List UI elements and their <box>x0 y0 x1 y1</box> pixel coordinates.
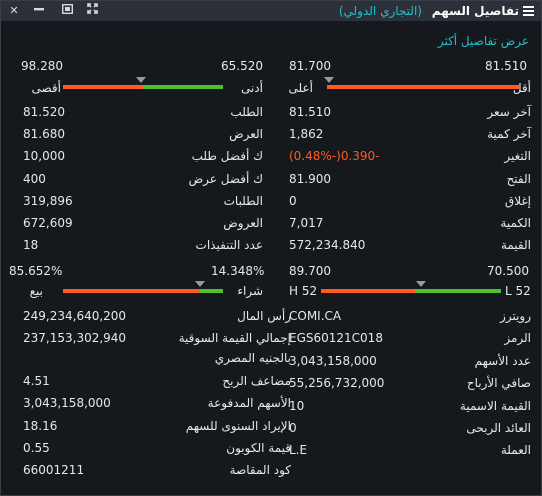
quote-row-value: 672,609 <box>23 216 73 230</box>
week52-bar <box>321 289 501 293</box>
low-52-label: L 52 <box>505 284 531 298</box>
quote-row-value: 10,000 <box>23 149 65 164</box>
quote-row-label: ك أفضل طلب <box>191 149 263 164</box>
info-row-label: عدد الأسهم <box>474 353 531 368</box>
close-icon[interactable]: ✕ <box>5 2 23 20</box>
price-range-marker <box>136 77 146 83</box>
quote-row-value: 81.520 <box>23 105 65 119</box>
quote-row-value: 18 <box>23 238 39 253</box>
window-title-text: تفاصيل السهم <box>431 4 519 18</box>
quote-row-value: 319,896 <box>23 193 73 208</box>
market-row-label: الإيراد السنوى للسهم <box>185 419 291 433</box>
sell-label: بيع <box>29 284 43 298</box>
market-row-value: 249,234,640,200 <box>23 309 127 323</box>
market-row-value: 3,043,158,000 <box>23 396 111 410</box>
market-row-value: 18.16 <box>23 419 58 433</box>
quote-row-label: الطلبات <box>223 193 263 208</box>
buy-sell-marker <box>195 281 205 287</box>
minimize-icon[interactable] <box>30 2 48 20</box>
buy-percent: 14.348% <box>211 264 265 278</box>
quote-row-label: ك أفضل عرض <box>188 171 263 186</box>
range-low-label: أدنى <box>240 81 263 95</box>
quote-row-label: العرض <box>229 127 263 142</box>
quote-row-label: الطلب <box>230 105 263 119</box>
market-row-label: قيمة الكوبون <box>226 441 291 455</box>
detail-row-value: 572,234.840 <box>289 238 366 253</box>
info-row-label: صافي الأرباح <box>466 376 531 391</box>
range-high-value: 98.280 <box>21 59 63 73</box>
detail-row-label: إغلاق <box>504 193 531 208</box>
menu-icon[interactable] <box>523 6 534 16</box>
detail-row-label: آخر كمية <box>487 127 531 142</box>
detail-row-label: التغير <box>504 149 531 164</box>
detail-row-value: 81.510 <box>289 105 331 119</box>
detail-row-value: 7,017 <box>289 216 324 230</box>
info-row-label: العملة <box>500 443 531 458</box>
detail-row-label: الفتح <box>506 171 531 186</box>
market-row-label: إجمالي القيمة السوقية <box>178 331 291 345</box>
info-row-value: EGS60121C018 <box>289 331 383 346</box>
sell-percent: 85.652% <box>9 264 63 278</box>
title-bar: ✕ تفاصيل السهم (التجاري الدولي) <box>1 1 541 21</box>
market-row-label: الأسهم المدفوعة <box>207 396 291 410</box>
info-row-label: الرمز <box>504 331 531 346</box>
info-row-value: 3,043,158,000 <box>289 353 377 368</box>
company-name: (التجاري الدولي) <box>338 4 422 18</box>
info-row-value: L.E <box>289 443 308 458</box>
detail-row-label: الكمية <box>500 216 531 230</box>
day-high-label: أعلى <box>288 81 313 95</box>
quote-row-value: 400 <box>23 171 46 186</box>
detail-row-value: 1,862 <box>289 127 324 142</box>
low-52-value: 70.500 <box>487 264 529 278</box>
range-low-value: 65.520 <box>221 59 263 73</box>
info-row-value: 10 <box>289 398 305 413</box>
price-range-bar <box>63 85 223 89</box>
expand-icon[interactable] <box>83 2 101 20</box>
day-range-bar <box>327 85 519 89</box>
detail-row-label: آخر سعر <box>487 105 531 119</box>
quote-row-label: العروض <box>223 216 263 230</box>
quote-row-value: 81.680 <box>23 127 65 142</box>
market-row-label: مضاعف الربح <box>222 374 291 388</box>
market-row-value: 66001211 <box>23 463 85 477</box>
restore-icon[interactable] <box>58 2 76 20</box>
day-high-value: 81.700 <box>289 59 331 73</box>
more-details-link[interactable]: عرض تفاصيل أكثر <box>438 34 529 48</box>
detail-row-label: القيمة <box>500 238 531 253</box>
market-row-value: 237,153,302,940 <box>23 331 127 345</box>
info-row-value: 55,256,732,000 <box>289 376 385 391</box>
info-row-label: العائد الربحى <box>466 421 531 435</box>
detail-row-value: (0.48%-)0.390- <box>289 149 380 164</box>
day-low-label: أقل <box>512 81 531 95</box>
buy-sell-bar <box>63 289 223 293</box>
market-row-label: كود المقاصة <box>229 463 291 477</box>
stock-details-window: ✕ تفاصيل السهم (التجاري الدولي) عرض تفاص… <box>0 0 542 496</box>
high-52-label: H 52 <box>289 284 318 298</box>
week52-marker <box>416 281 426 287</box>
quote-row-label: عدد التنفيذات <box>195 238 263 253</box>
high-52-value: 89.700 <box>289 264 331 278</box>
buy-label: شراء <box>237 284 263 298</box>
info-row-label: رويترز <box>500 309 531 323</box>
range-high-label: أقصى <box>31 81 61 95</box>
day-range-marker <box>324 77 334 83</box>
window-title: تفاصيل السهم (التجاري الدولي) <box>339 1 519 21</box>
market-row-value: 4.51 <box>23 374 50 388</box>
info-row-value: COMI.CA <box>289 309 342 323</box>
market-row-value: 0.55 <box>23 441 50 455</box>
market-row-label: بالجنيه المصري <box>214 351 291 365</box>
market-row-label: رأس المال <box>237 309 291 323</box>
info-row-label: القيمة الاسمية <box>459 398 531 413</box>
detail-row-value: 81.900 <box>289 171 331 186</box>
day-low-value: 81.510 <box>485 59 527 73</box>
detail-row-value: 0 <box>289 193 297 208</box>
